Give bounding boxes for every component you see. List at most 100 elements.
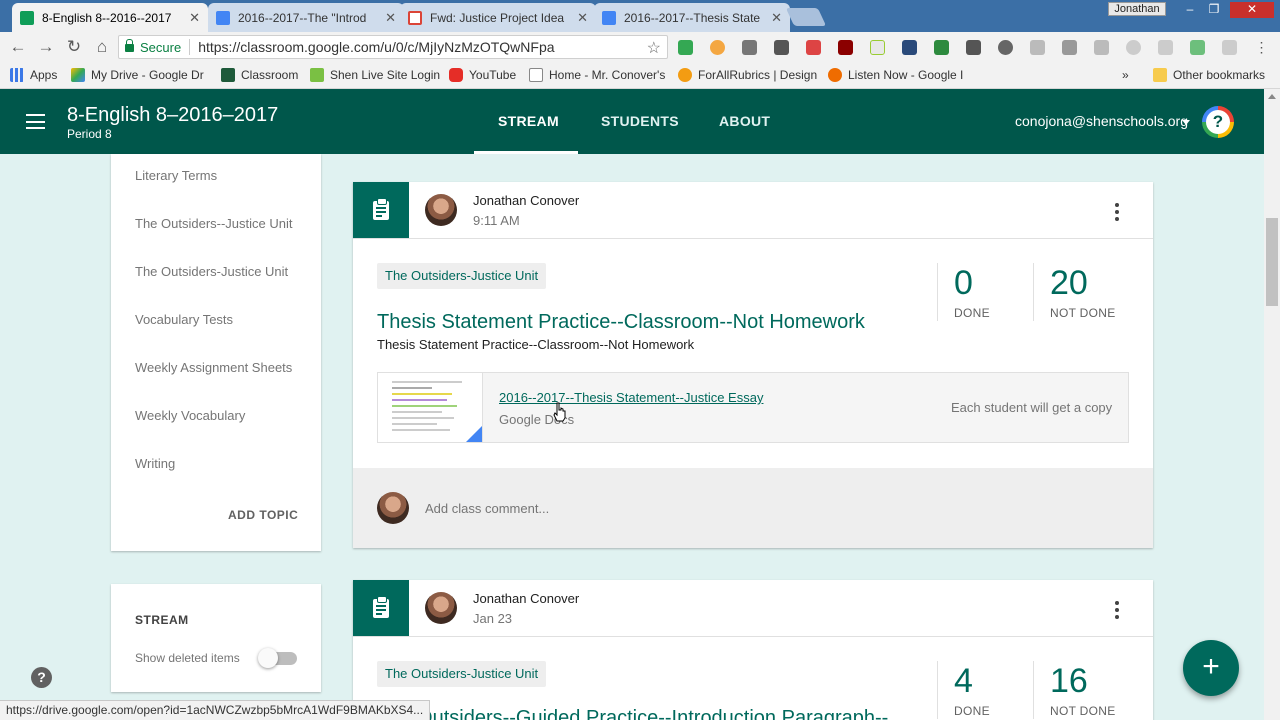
browser-tab-doc-intro[interactable]: 2016--2017--The "Introd ✕ [208, 3, 404, 32]
browser-tab-doc-thesis[interactable]: 2016--2017--Thesis State ✕ [594, 3, 790, 32]
keep-extension-icon[interactable] [998, 40, 1013, 55]
browser-tab-strip: 8-English 8--2016--2017 ✕ 2016--2017--Th… [0, 0, 1280, 32]
drive-icon [71, 68, 85, 82]
bookmark-classroom[interactable]: Classroom [221, 68, 298, 82]
topic-item[interactable]: Weekly Assignment Sheets [135, 360, 292, 375]
other-bookmarks[interactable]: Other bookmarks [1153, 68, 1265, 82]
code-extension-icon[interactable] [1094, 40, 1109, 55]
restore-icon[interactable]: ❐ [1204, 2, 1224, 18]
page-scrollbar[interactable] [1264, 89, 1280, 720]
topic-item[interactable]: Weekly Vocabulary [135, 408, 245, 423]
extension-icon[interactable] [1158, 40, 1173, 55]
address-bar[interactable]: Secure https://classroom.google.com/u/0/… [118, 35, 668, 59]
note-extension-icon[interactable] [870, 40, 885, 55]
back-icon[interactable]: ← [8, 37, 28, 57]
bookmarks-overflow-button[interactable]: » [1122, 68, 1129, 82]
help-icon[interactable]: ? [31, 667, 52, 688]
chrome-menu-icon[interactable]: ⋮ [1254, 40, 1269, 55]
done-label: DONE [954, 704, 990, 718]
scrollbar-thumb[interactable] [1266, 218, 1278, 306]
topic-item[interactable]: The Outsiders-Justice Unit [135, 264, 288, 279]
drive-extension-icon[interactable] [678, 40, 693, 55]
post-time: 9:11 AM [473, 213, 520, 228]
browser-tab-classroom[interactable]: 8-English 8--2016--2017 ✕ [12, 3, 208, 32]
extension-icon[interactable] [710, 40, 725, 55]
bookmark-shen-live[interactable]: Shen Live Site Login [310, 68, 440, 82]
post-options-icon[interactable] [1115, 601, 1119, 622]
extension-icon[interactable] [1126, 40, 1141, 55]
topic-item[interactable]: Vocabulary Tests [135, 312, 233, 327]
forward-icon[interactable]: → [36, 37, 56, 57]
film-extension-icon[interactable] [838, 40, 853, 55]
gmail-extension-icon[interactable] [806, 40, 821, 55]
tab-title: 2016--2017--The "Introd [238, 10, 367, 25]
pen-extension-icon[interactable] [966, 40, 981, 55]
close-tab-icon[interactable]: ✕ [577, 10, 588, 26]
rocket-extension-icon[interactable] [774, 40, 789, 55]
bookmark-apps[interactable]: Apps [10, 68, 57, 82]
close-tab-icon[interactable]: ✕ [189, 10, 200, 26]
bookmark-my-drive[interactable]: My Drive - Google Dr [71, 68, 206, 82]
done-count[interactable]: 4 [954, 662, 973, 701]
audio-extension-icon[interactable] [742, 40, 757, 55]
bookmark-home-mr-conover[interactable]: Home - Mr. Conover's [529, 68, 667, 82]
extension-icon[interactable] [1190, 40, 1205, 55]
topic-chip[interactable]: The Outsiders-Justice Unit [377, 263, 547, 289]
extension-icon[interactable] [1030, 40, 1045, 55]
close-tab-icon[interactable]: ✕ [385, 10, 396, 26]
topic-item[interactable]: The Outsiders--Justice Unit [135, 216, 293, 231]
account-email[interactable]: conojona@shenschools.org [1015, 113, 1188, 129]
secure-indicator[interactable]: Secure [125, 39, 181, 55]
create-post-button[interactable]: + [1183, 640, 1239, 696]
scroll-up-icon[interactable] [1268, 94, 1276, 99]
class-title[interactable]: 8-English 8–2016–2017 [67, 104, 278, 127]
account-dropdown-icon[interactable] [1182, 120, 1190, 125]
tab-about[interactable]: ABOUT [719, 113, 770, 129]
topic-item[interactable]: Literary Terms [135, 168, 217, 183]
not-done-count[interactable]: 16 [1050, 662, 1088, 701]
done-count[interactable]: 0 [954, 264, 973, 303]
reload-icon[interactable]: ↻ [64, 37, 84, 57]
close-tab-icon[interactable]: ✕ [771, 10, 782, 26]
not-done-label: NOT DONE [1050, 306, 1116, 320]
google-help-icon[interactable] [1202, 106, 1234, 138]
classroom-extension-icon[interactable] [934, 40, 949, 55]
post-options-icon[interactable] [1115, 203, 1119, 224]
not-done-count[interactable]: 20 [1050, 264, 1088, 303]
card-divider [353, 238, 1153, 239]
browser-toolbar: ← → ↻ ⌂ Secure https://classroom.google.… [0, 32, 1280, 62]
camera-extension-icon[interactable] [1062, 40, 1077, 55]
bookmark-youtube[interactable]: YouTube [449, 68, 516, 82]
toggle-knob[interactable] [258, 648, 278, 668]
tab-students[interactable]: STUDENTS [601, 113, 679, 129]
assignment-card: Jonathan Conover Jan 23 The Outsiders-Ju… [353, 580, 1153, 720]
topic-item[interactable]: Writing [135, 456, 175, 471]
home-icon[interactable]: ⌂ [92, 37, 112, 57]
assignment-title[interactable]: Thesis Statement Practice--Classroom--No… [377, 311, 865, 334]
window-close-icon[interactable]: ✕ [1230, 2, 1274, 18]
add-topic-button[interactable]: ADD TOPIC [228, 508, 298, 522]
hamburger-menu-icon[interactable] [26, 114, 45, 129]
minimize-icon[interactable]: – [1180, 2, 1200, 18]
class-comment-input[interactable]: Add class comment... [425, 501, 549, 516]
browser-tab-gmail[interactable]: Fwd: Justice Project Idea ✕ [400, 3, 596, 32]
post-author: Jonathan Conover [473, 193, 580, 208]
bookmark-star-icon[interactable]: ☆ [647, 38, 661, 58]
bookmark-label: Listen Now - Google I [848, 68, 964, 82]
assignment-clipboard-icon [373, 596, 389, 618]
screencast-extension-icon[interactable] [902, 40, 917, 55]
stream-heading: STREAM [135, 613, 189, 627]
extension-icon[interactable] [1222, 40, 1237, 55]
lock-icon [125, 39, 134, 52]
bookmark-google-music[interactable]: Listen Now - Google I [828, 68, 964, 82]
assignment-title[interactable]: The Outsiders--Guided Practice--Introduc… [377, 707, 888, 720]
new-tab-button[interactable] [785, 8, 827, 26]
tab-stream[interactable]: STREAM [498, 113, 559, 129]
attachment-card[interactable]: 2016--2017--Thesis Statement--Justice Es… [377, 372, 1129, 443]
profile-button[interactable]: Jonathan [1108, 2, 1166, 16]
bookmark-forallrubrics[interactable]: ForAllRubrics | Design [678, 68, 817, 82]
topic-chip[interactable]: The Outsiders-Justice Unit [377, 661, 547, 687]
class-comment-bar: Add class comment... [353, 468, 1153, 548]
attachment-title-link[interactable]: 2016--2017--Thesis Statement--Justice Es… [499, 390, 763, 405]
attachment-copy-note[interactable]: Each student will get a copy [951, 400, 1112, 415]
